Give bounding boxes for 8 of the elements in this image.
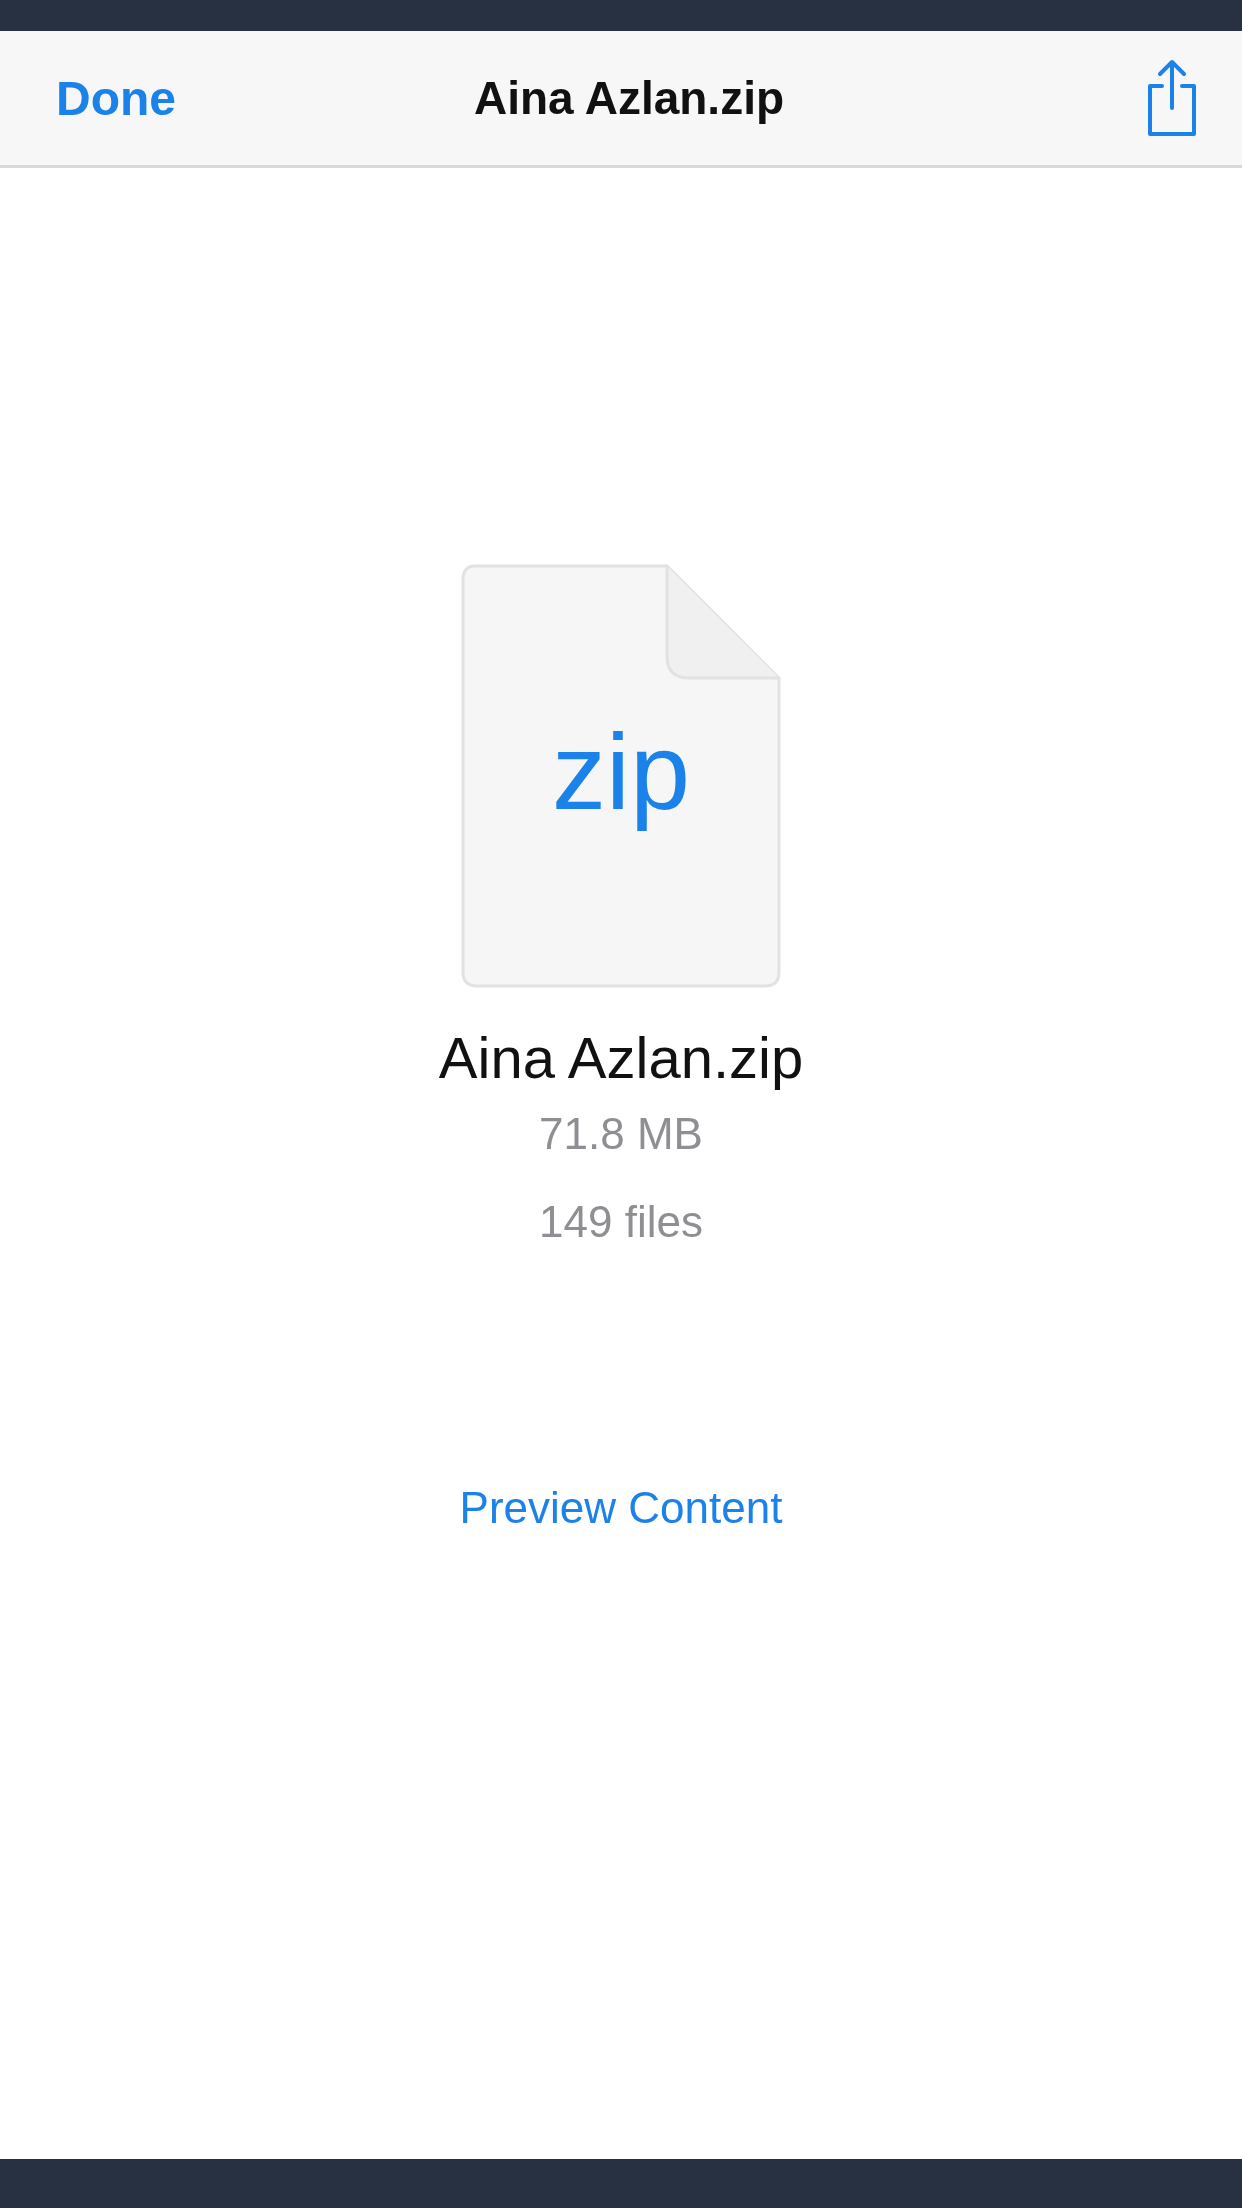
file-count: 149 files <box>539 1197 703 1247</box>
file-size: 71.8 MB <box>539 1109 703 1159</box>
document-icon <box>461 564 781 988</box>
done-button[interactable]: Done <box>56 70 176 126</box>
nav-title: Aina Azlan.zip <box>473 71 785 125</box>
preview-content-link[interactable]: Preview Content <box>459 1483 783 1533</box>
file-name: Aina Azlan.zip <box>438 1024 804 1091</box>
file-type-label: zip <box>551 710 691 834</box>
